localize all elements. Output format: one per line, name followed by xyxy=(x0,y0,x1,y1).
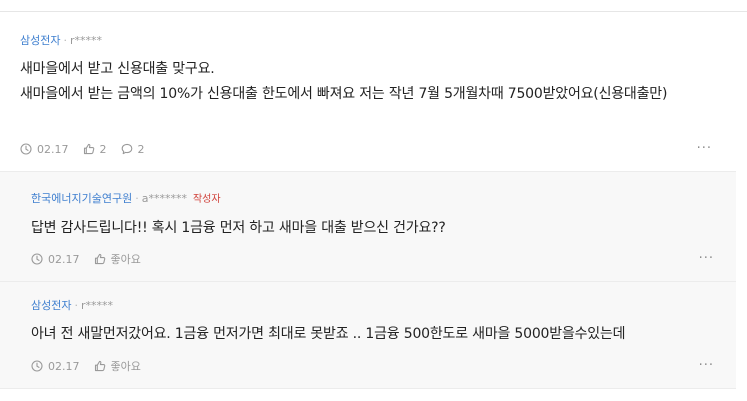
speech-bubble-icon xyxy=(121,143,132,155)
reply-button[interactable]: 2 xyxy=(121,143,145,156)
like-button[interactable]: 2 xyxy=(83,143,107,156)
company-name[interactable]: 삼성전자 xyxy=(31,299,71,312)
more-dots-icon[interactable]: ··· xyxy=(697,141,712,156)
thumbs-up-icon xyxy=(94,253,105,265)
reply-count: 2 xyxy=(137,142,145,156)
date-text: 02.17 xyxy=(37,142,69,156)
company-name[interactable]: 한국에너지기술연구원 xyxy=(31,192,132,205)
comment-meta: 삼성전자 · r***** xyxy=(31,299,716,313)
reply-item: 삼성전자 · r***** 아녀 전 새말먼저갔어요. 1금융 먼저가면 최대로 못… xyxy=(0,281,736,389)
like-button[interactable]: 좋아요 xyxy=(94,251,141,267)
comment-line: 새마을에서 받고 신용대출 맞구요. xyxy=(20,61,215,77)
like-count: 2 xyxy=(99,142,107,156)
comment-meta: 한국에너지기술연구원 · a******* 작성자 xyxy=(31,192,716,207)
comment-footer: 02.17 좋아요 xyxy=(31,358,155,374)
comment-item: 삼성전자 · r***** 새마을에서 받고 신용대출 맞구요. 새마을에서 받는 … xyxy=(0,12,736,171)
company-name[interactable]: 삼성전자 xyxy=(20,34,60,47)
comment-body: 아녀 전 새말먼저갔어요. 1금융 먼저가면 최대로 못받죠 .. 1금융 50… xyxy=(31,326,626,342)
like-button[interactable]: 좋아요 xyxy=(94,358,141,374)
author-badge: 작성자 xyxy=(192,194,221,205)
comment-footer: 02.17 좋아요 xyxy=(31,251,155,267)
clock-icon xyxy=(20,143,32,155)
author-id: r***** xyxy=(69,34,103,47)
comment-body: 새마을에서 받고 신용대출 맞구요. 새마을에서 받는 금액의 10%가 신용대… xyxy=(20,57,716,107)
reply-item: 한국에너지기술연구원 · a******* 작성자 답변 감사드립니다!! 혹시 1금… xyxy=(0,171,736,281)
date-text: 02.17 xyxy=(48,252,80,266)
like-label: 좋아요 xyxy=(110,360,141,373)
meta-separator: · xyxy=(135,192,139,205)
more-dots-icon[interactable]: ··· xyxy=(699,358,714,373)
thumbs-up-icon xyxy=(83,143,94,155)
author-id: a******* xyxy=(141,192,187,205)
meta-separator: · xyxy=(74,299,78,312)
meta-separator: · xyxy=(63,34,67,47)
date-text: 02.17 xyxy=(48,359,80,373)
comment-meta: 삼성전자 · r***** xyxy=(20,34,716,48)
comment-date: 02.17 xyxy=(31,360,80,373)
comment-line: 새마을에서 받는 금액의 10%가 신용대출 한도에서 빠져요 저는 작년 7월… xyxy=(20,86,668,102)
comment-body: 답변 감사드립니다!! 혹시 1금융 먼저 하고 새마을 대출 받으신 건가요?… xyxy=(31,220,446,236)
clock-icon xyxy=(31,253,43,265)
clock-icon xyxy=(31,360,43,372)
author-id: r***** xyxy=(80,299,114,312)
like-label: 좋아요 xyxy=(110,253,141,266)
more-dots-icon[interactable]: ··· xyxy=(699,251,714,266)
thumbs-up-icon xyxy=(94,360,105,372)
comment-footer: 02.17 2 2 xyxy=(20,141,159,157)
comment-date: 02.17 xyxy=(31,253,80,266)
comment-date: 02.17 xyxy=(20,143,69,156)
